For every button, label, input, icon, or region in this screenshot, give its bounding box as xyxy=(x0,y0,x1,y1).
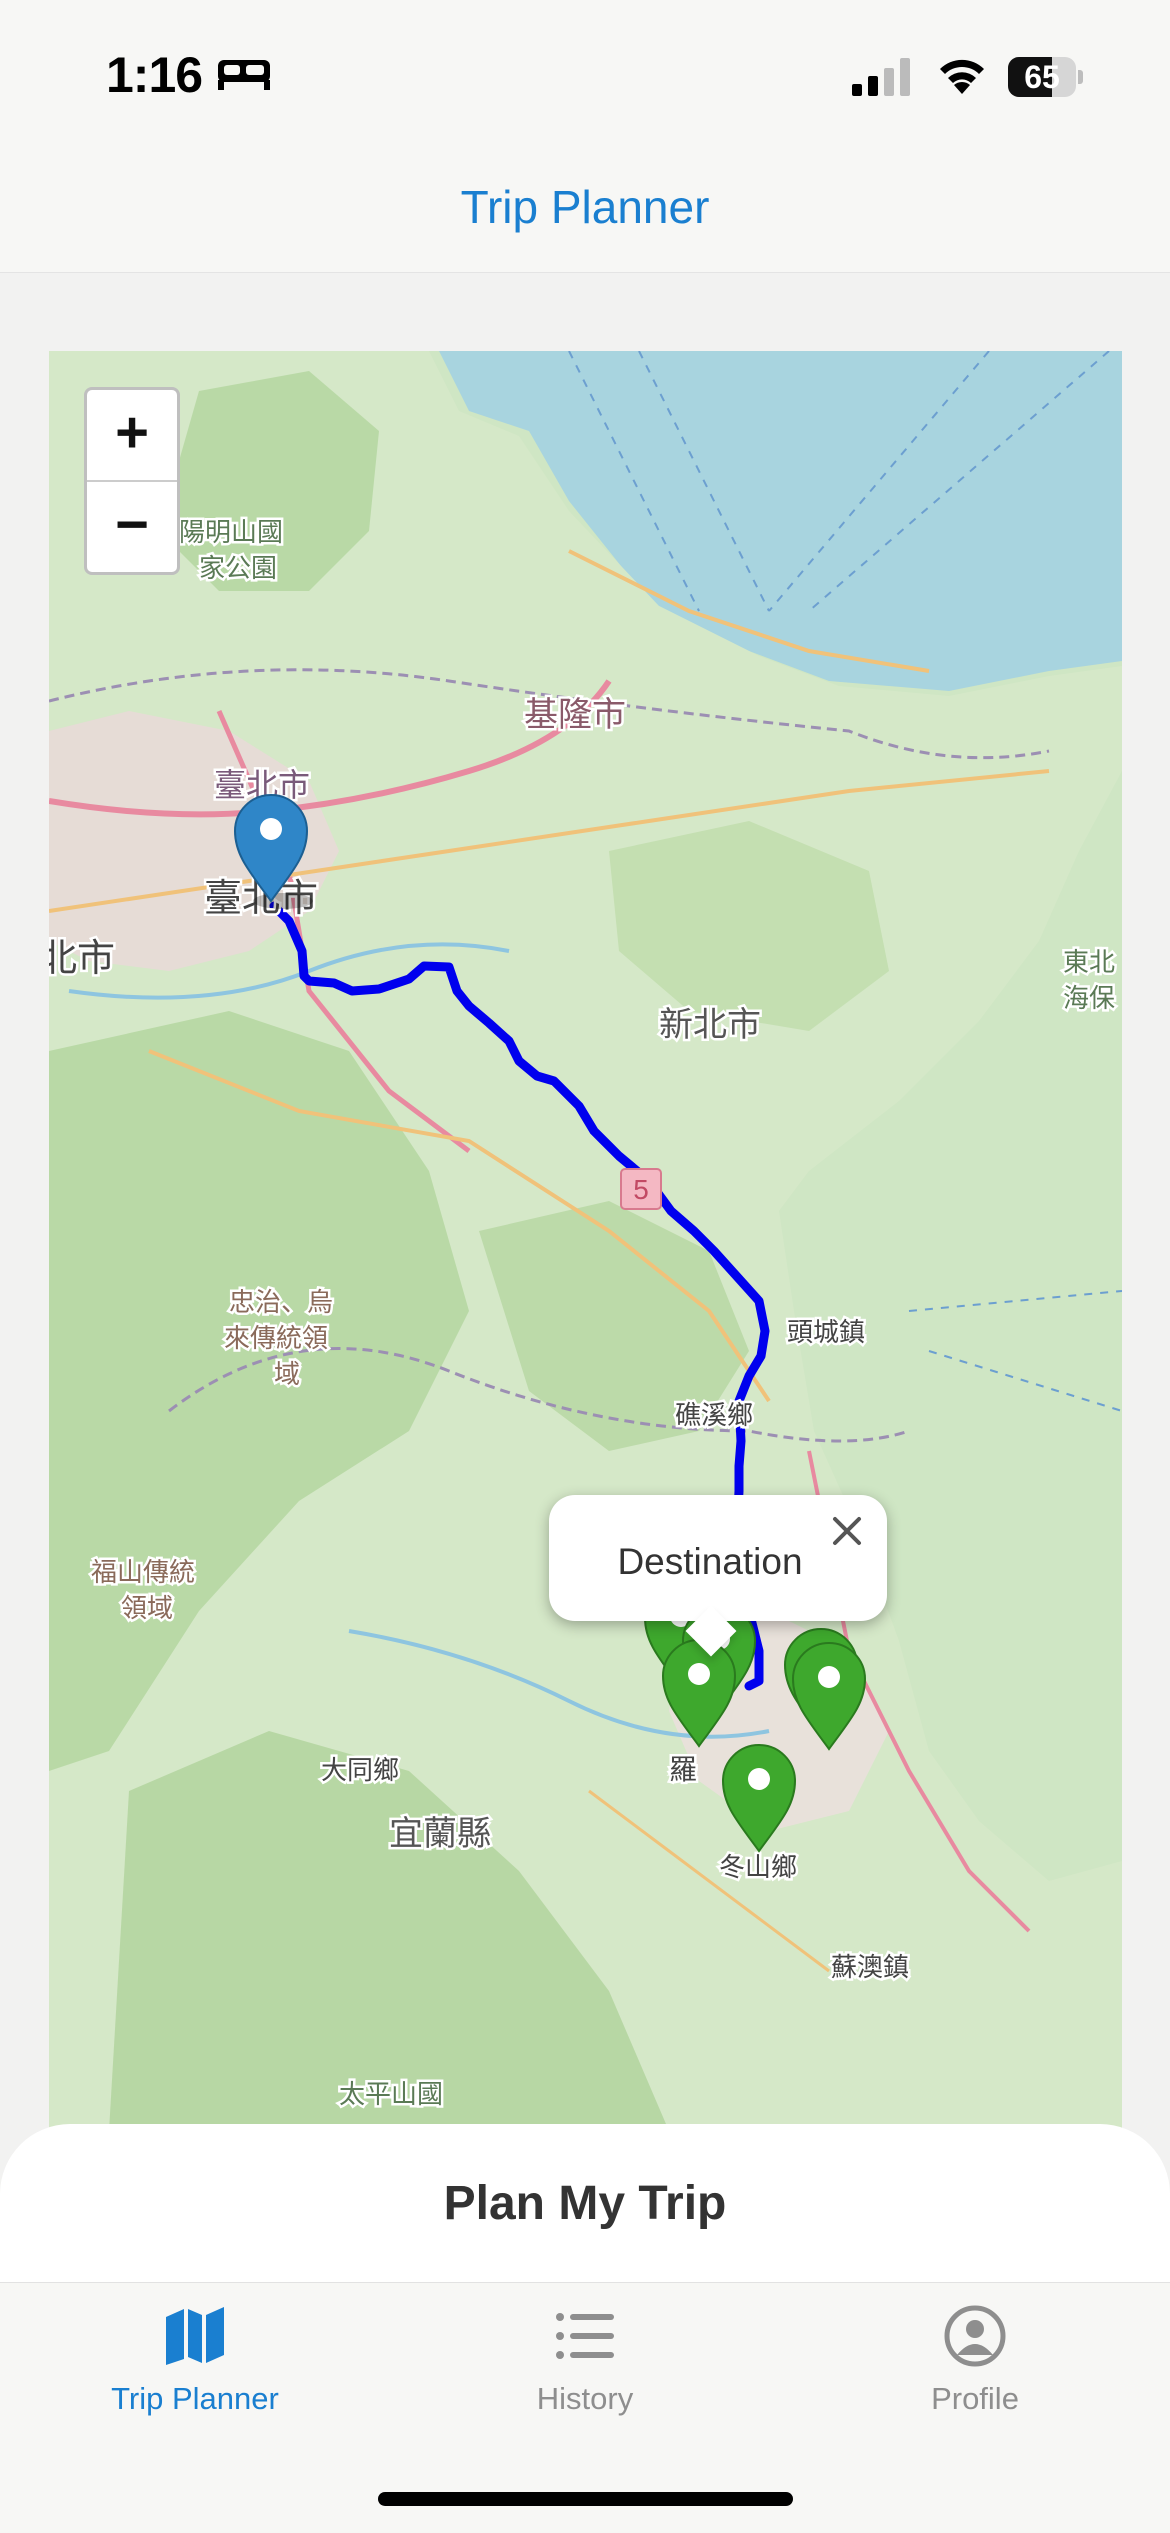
nav-header: Trip Planner xyxy=(0,150,1170,273)
popup-label: Destination xyxy=(617,1541,803,1582)
label-zhongzhi-1: 忠治、烏 xyxy=(229,1288,333,1318)
label-yilan: 宜蘭縣 xyxy=(389,1814,491,1854)
plan-trip-sheet[interactable]: Plan My Trip xyxy=(0,2124,1170,2284)
bed-icon xyxy=(218,60,270,90)
status-bar: 1:16 65 xyxy=(0,0,1170,150)
wifi-icon xyxy=(940,59,984,94)
list-icon xyxy=(556,2313,614,2359)
label-dongshan: 冬山鄉 xyxy=(719,1853,797,1883)
person-circle-icon xyxy=(944,2305,1006,2367)
tab-trip-planner[interactable]: Trip Planner xyxy=(0,2283,390,2433)
cellular-signal-icon xyxy=(852,58,910,96)
label-suao: 蘇澳鎮 xyxy=(831,1953,909,1983)
label-newtaipei: 新北市 xyxy=(659,1005,761,1045)
tab-profile-label: Profile xyxy=(931,2381,1019,2416)
sheet-title: Plan My Trip xyxy=(443,2177,727,2230)
label-yangmingshan-1: 陽明山國 xyxy=(179,518,283,548)
map-tiles: 5 陽明山國 家公園 臺北市 臺北市 北市 基隆市 新北市 頭城鎮 礁溪鄉 東北… xyxy=(49,351,1122,2131)
label-fushan-1: 福山傳統 xyxy=(91,1558,195,1588)
destination-popup: Destination xyxy=(549,1495,887,1657)
map-view[interactable]: 5 陽明山國 家公園 臺北市 臺北市 北市 基隆市 新北市 頭城鎮 礁溪鄉 東北… xyxy=(49,351,1122,2131)
battery-icon: 65 xyxy=(1008,57,1083,97)
close-icon[interactable] xyxy=(825,1509,869,1553)
label-toucheng: 頭城鎮 xyxy=(787,1318,865,1348)
label-yangmingshan-2: 家公園 xyxy=(199,554,277,584)
map-icon xyxy=(166,2307,224,2365)
label-datong: 大同鄉 xyxy=(321,1756,399,1786)
home-indicator xyxy=(378,2492,793,2506)
page-title: Trip Planner xyxy=(460,181,710,233)
label-fushan-2: 領域 xyxy=(121,1594,173,1624)
tab-profile[interactable]: Profile xyxy=(780,2283,1170,2433)
label-jiaoxi: 礁溪鄉 xyxy=(675,1401,753,1431)
zoom-out-button[interactable]: − xyxy=(87,482,177,572)
label-keelung: 基隆市 xyxy=(524,695,626,735)
battery-percent: 65 xyxy=(1024,59,1060,95)
label-taipingshan: 太平山國 xyxy=(339,2080,443,2110)
label-dongbei-2: 海保 xyxy=(1063,984,1115,1014)
label-zhongzhi-3: 域 xyxy=(274,1360,300,1390)
label-newtaipei-left: 北市 xyxy=(49,936,115,980)
tab-trip-planner-label: Trip Planner xyxy=(111,2381,279,2416)
tab-history[interactable]: History xyxy=(390,2283,780,2433)
tab-history-label: History xyxy=(536,2381,634,2416)
label-luodong: 羅 xyxy=(669,1753,697,1786)
status-time: 1:16 xyxy=(106,47,203,103)
label-dongbei-1: 東北 xyxy=(1063,948,1115,978)
zoom-in-button[interactable]: + xyxy=(87,390,177,482)
label-zhongzhi-2: 來傳統領 xyxy=(224,1324,328,1354)
zoom-control: + − xyxy=(84,387,180,575)
route-badge-label: 5 xyxy=(633,1174,649,1205)
